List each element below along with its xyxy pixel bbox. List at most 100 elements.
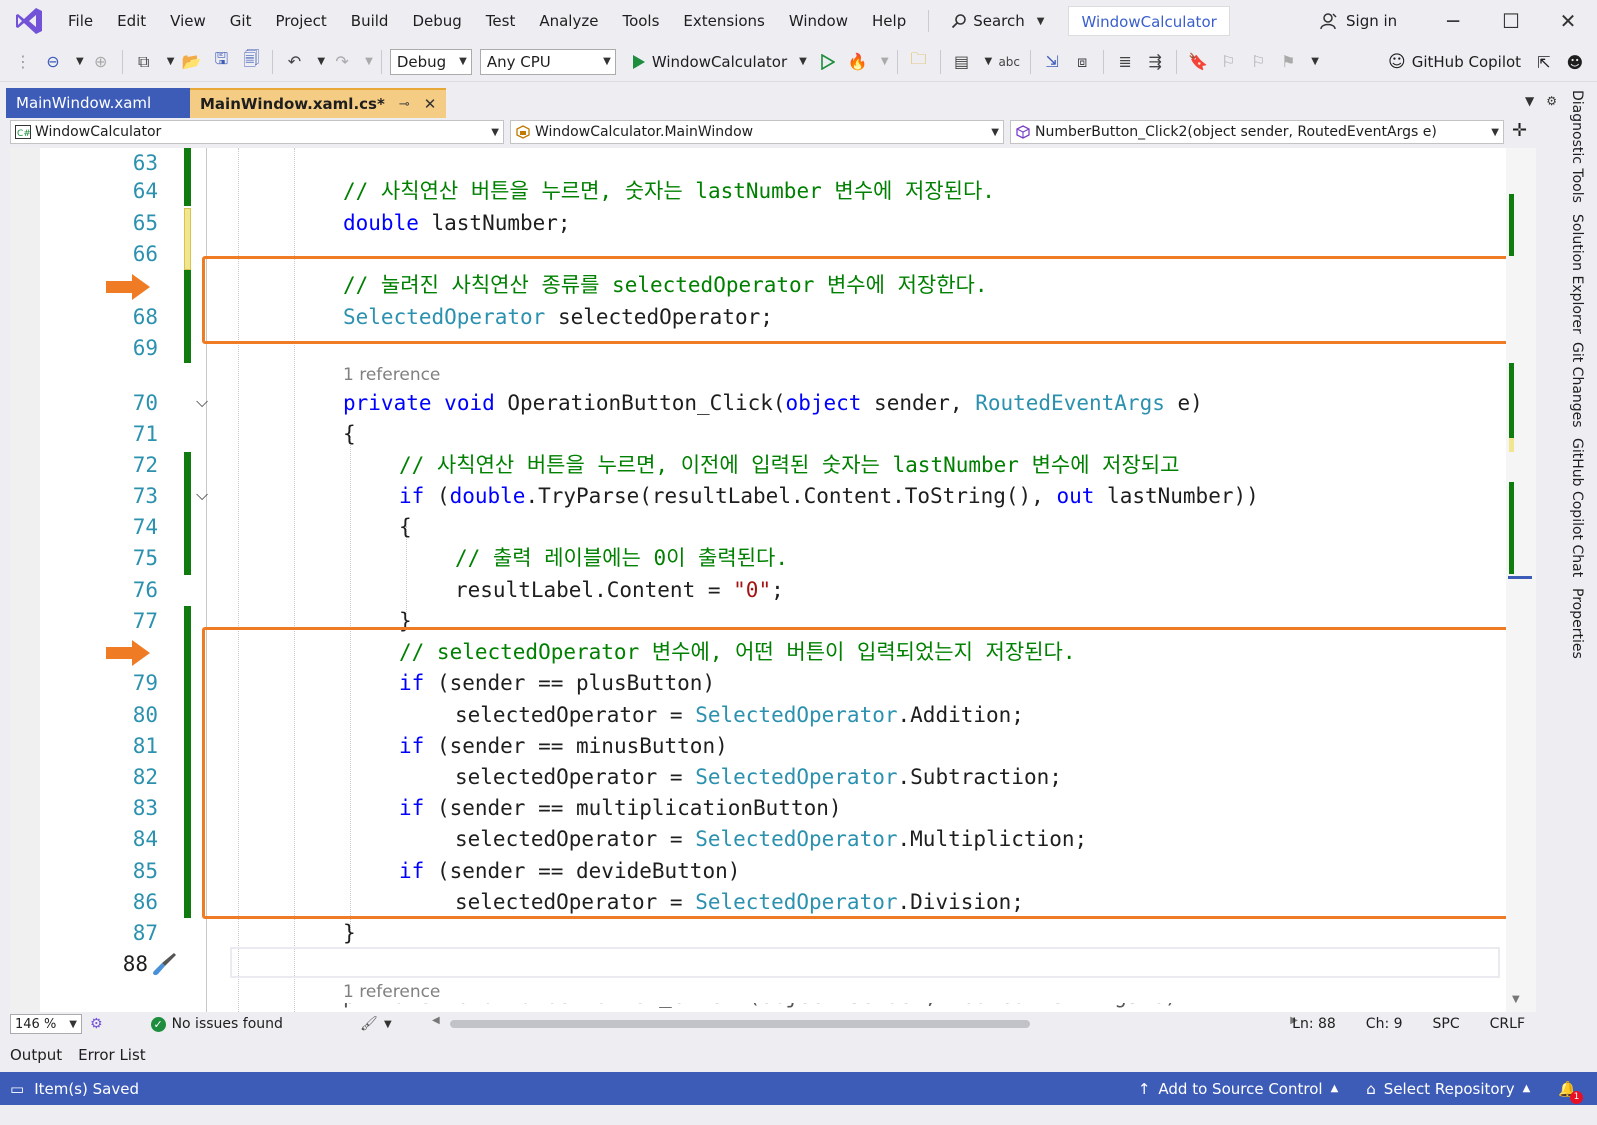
line-number: 72 — [132, 453, 158, 477]
redo-icon[interactable]: ↷ — [329, 49, 355, 75]
tab-properties[interactable]: Properties — [1569, 588, 1585, 659]
next-bookmark-icon[interactable]: ⚐ — [1245, 49, 1271, 75]
browse-folder-icon[interactable]: 🗀 — [906, 49, 932, 75]
menu-test[interactable]: Test — [474, 0, 528, 42]
tab-git-changes[interactable]: Git Changes — [1569, 342, 1585, 428]
select-repository-button[interactable]: ⌂ Select Repository ▲ — [1366, 1080, 1530, 1098]
chevron-down-icon[interactable]: ▼ — [881, 56, 889, 67]
line-indicator[interactable]: Ln: 88 — [1292, 1016, 1336, 1032]
layout-icon[interactable]: ▤ — [949, 49, 975, 75]
step-over-icon[interactable]: ⧈ — [1069, 49, 1095, 75]
menu-git[interactable]: Git — [218, 0, 264, 42]
codelens-reference-link[interactable]: 1 reference — [343, 982, 440, 1002]
menu-file[interactable]: File — [56, 0, 105, 42]
column-indicator[interactable]: Ch: 9 — [1366, 1016, 1403, 1032]
chevron-down-icon[interactable]: ▼ — [167, 56, 175, 67]
save-all-icon[interactable]: 🗐 — [238, 49, 264, 75]
standard-toolbar: ⋮ ⊖ ▼ ⊕ ⧉ ▼ 📂 🖫 🗐 ↶ ▼ ↷ ▼ Debug ▼ Any CPU… — [0, 42, 1597, 82]
gear-icon[interactable]: ⚙ — [1546, 94, 1557, 108]
tab-solution-explorer[interactable]: Solution Explorer — [1569, 214, 1585, 334]
save-icon[interactable]: 🖫 — [208, 49, 234, 75]
step-into-icon[interactable]: ⇲ — [1039, 49, 1065, 75]
code-editor[interactable]: ⌵ ⌵ 63 64 // 사칙연산 버튼을 누르면, 숫자는 lastNumbe… — [10, 148, 1536, 1012]
quick-actions-screwdriver-icon[interactable] — [150, 950, 178, 978]
spell-check-icon[interactable]: abc — [996, 49, 1022, 75]
start-debugging-button[interactable]: WindowCalculator ▼ — [628, 53, 811, 71]
menu-edit[interactable]: Edit — [105, 0, 158, 42]
minimize-button[interactable]: ─ — [1424, 0, 1482, 42]
split-editor-icon[interactable]: ✛ — [1512, 120, 1527, 146]
scroll-left-icon[interactable]: ◀ — [432, 1015, 440, 1026]
menu-tools[interactable]: Tools — [610, 0, 671, 42]
tab-diagnostic-tools[interactable]: Diagnostic Tools — [1569, 90, 1585, 203]
clear-bookmarks-icon[interactable]: ⚑ — [1275, 49, 1301, 75]
codelens-reference-link[interactable]: 1 reference — [343, 365, 440, 385]
share-icon[interactable]: ⇱ — [1537, 53, 1550, 72]
horizontal-scrollbar[interactable]: ◀ ▶ — [432, 1015, 1298, 1030]
add-to-source-control-button[interactable]: ↑ Add to Source Control ▲ — [1138, 1080, 1338, 1098]
tab-github-copilot-chat[interactable]: GitHub Copilot Chat — [1569, 438, 1585, 577]
hot-reload-icon[interactable]: 🔥 — [845, 49, 871, 75]
scroll-down-icon[interactable]: ▼ — [1512, 994, 1520, 1005]
class-dropdown[interactable]: WindowCalculator.MainWindow ▼ — [510, 120, 1004, 144]
chevron-down-icon[interactable]: ▼ — [985, 56, 993, 67]
class-icon — [516, 125, 530, 139]
tool-window-strip: Diagnostic Tools Solution Explorer Git C… — [1565, 84, 1597, 1074]
uncomment-lines-icon[interactable]: ⇶ — [1142, 49, 1168, 75]
line-number: 76 — [132, 578, 158, 602]
menu-extensions[interactable]: Extensions — [671, 0, 776, 42]
project-dropdown[interactable]: C# WindowCalculator ▼ — [10, 120, 504, 144]
zoom-dropdown[interactable]: 146 % ▼ — [10, 1014, 82, 1034]
vertical-scrollbar[interactable]: ▼ — [1506, 148, 1536, 1012]
platform-dropdown[interactable]: Any CPU ▼ — [479, 48, 616, 75]
bookmark-icon[interactable]: 🔖 — [1185, 49, 1211, 75]
menu-help[interactable]: Help — [860, 0, 918, 42]
navigate-back-icon[interactable]: ⊖ — [40, 49, 66, 75]
undo-icon[interactable]: ↶ — [281, 49, 307, 75]
chevron-down-icon[interactable]: ▼ — [365, 56, 373, 67]
tab-error-list[interactable]: Error List — [78, 1046, 146, 1064]
line-number: 88 — [122, 952, 148, 976]
tab-list-dropdown-icon[interactable]: ▼ — [1525, 94, 1534, 108]
sign-in-button[interactable]: Sign in — [1320, 0, 1397, 42]
notifications-button[interactable]: 🔔 1 — [1558, 1080, 1583, 1104]
close-tab-icon[interactable]: ✕ — [424, 95, 437, 113]
github-copilot-button[interactable]: ☺ GitHub Copilot ⇱ ☻ — [1388, 42, 1583, 82]
search-button[interactable]: Search ▼ — [939, 6, 1056, 36]
tab-mainwindow-xaml-cs[interactable]: MainWindow.xaml.cs* ⊸ ✕ — [190, 88, 447, 118]
comment-lines-icon[interactable]: ≣ — [1112, 49, 1138, 75]
chevron-down-icon: ▼ — [69, 1018, 77, 1030]
chevron-down-icon[interactable]: ▼ — [384, 1019, 392, 1030]
maximize-button[interactable]: ☐ — [1482, 0, 1540, 42]
intellicode-icon[interactable]: ⚙ — [90, 1016, 103, 1032]
pin-icon[interactable]: ⊸ — [399, 97, 410, 112]
new-project-icon[interactable]: ⧉ — [131, 49, 157, 75]
horizontal-scroll-thumb[interactable] — [450, 1020, 1030, 1028]
start-without-debugging-icon[interactable] — [815, 49, 841, 75]
configuration-dropdown[interactable]: Debug ▼ — [389, 48, 472, 75]
menu-separator — [928, 10, 930, 32]
chevron-down-icon[interactable]: ▼ — [1311, 56, 1319, 67]
whitespace-indicator[interactable]: SPC — [1433, 1016, 1460, 1032]
tab-mainwindow-xaml[interactable]: MainWindow.xaml — [6, 88, 190, 118]
close-button[interactable]: ✕ — [1539, 0, 1597, 42]
previous-bookmark-icon[interactable]: ⚐ — [1215, 49, 1241, 75]
menu-debug[interactable]: Debug — [400, 0, 473, 42]
chevron-down-icon[interactable]: ▼ — [317, 56, 325, 67]
feedback-icon[interactable]: ☻ — [1566, 53, 1583, 72]
tab-output[interactable]: Output — [10, 1046, 62, 1064]
menu-project[interactable]: Project — [263, 0, 338, 42]
menu-view[interactable]: View — [158, 0, 218, 42]
toolbar-separator — [1176, 49, 1178, 74]
open-folder-icon[interactable]: 📂 — [178, 49, 204, 75]
navigate-forward-icon[interactable]: ⊕ — [88, 49, 114, 75]
code-cleanup-icon[interactable]: 🖌 — [360, 1016, 378, 1032]
menu-analyze[interactable]: Analyze — [527, 0, 610, 42]
line-ending-indicator[interactable]: CRLF — [1490, 1016, 1525, 1032]
chevron-down-icon[interactable]: ▼ — [76, 56, 84, 67]
issues-indicator[interactable]: ✓ No issues found — [150, 1016, 283, 1032]
member-dropdown[interactable]: NumberButton_Click2(object sender, Route… — [1010, 120, 1504, 144]
tab-label: MainWindow.xaml.cs* — [200, 95, 385, 113]
menu-window[interactable]: Window — [777, 0, 860, 42]
menu-build[interactable]: Build — [339, 0, 401, 42]
